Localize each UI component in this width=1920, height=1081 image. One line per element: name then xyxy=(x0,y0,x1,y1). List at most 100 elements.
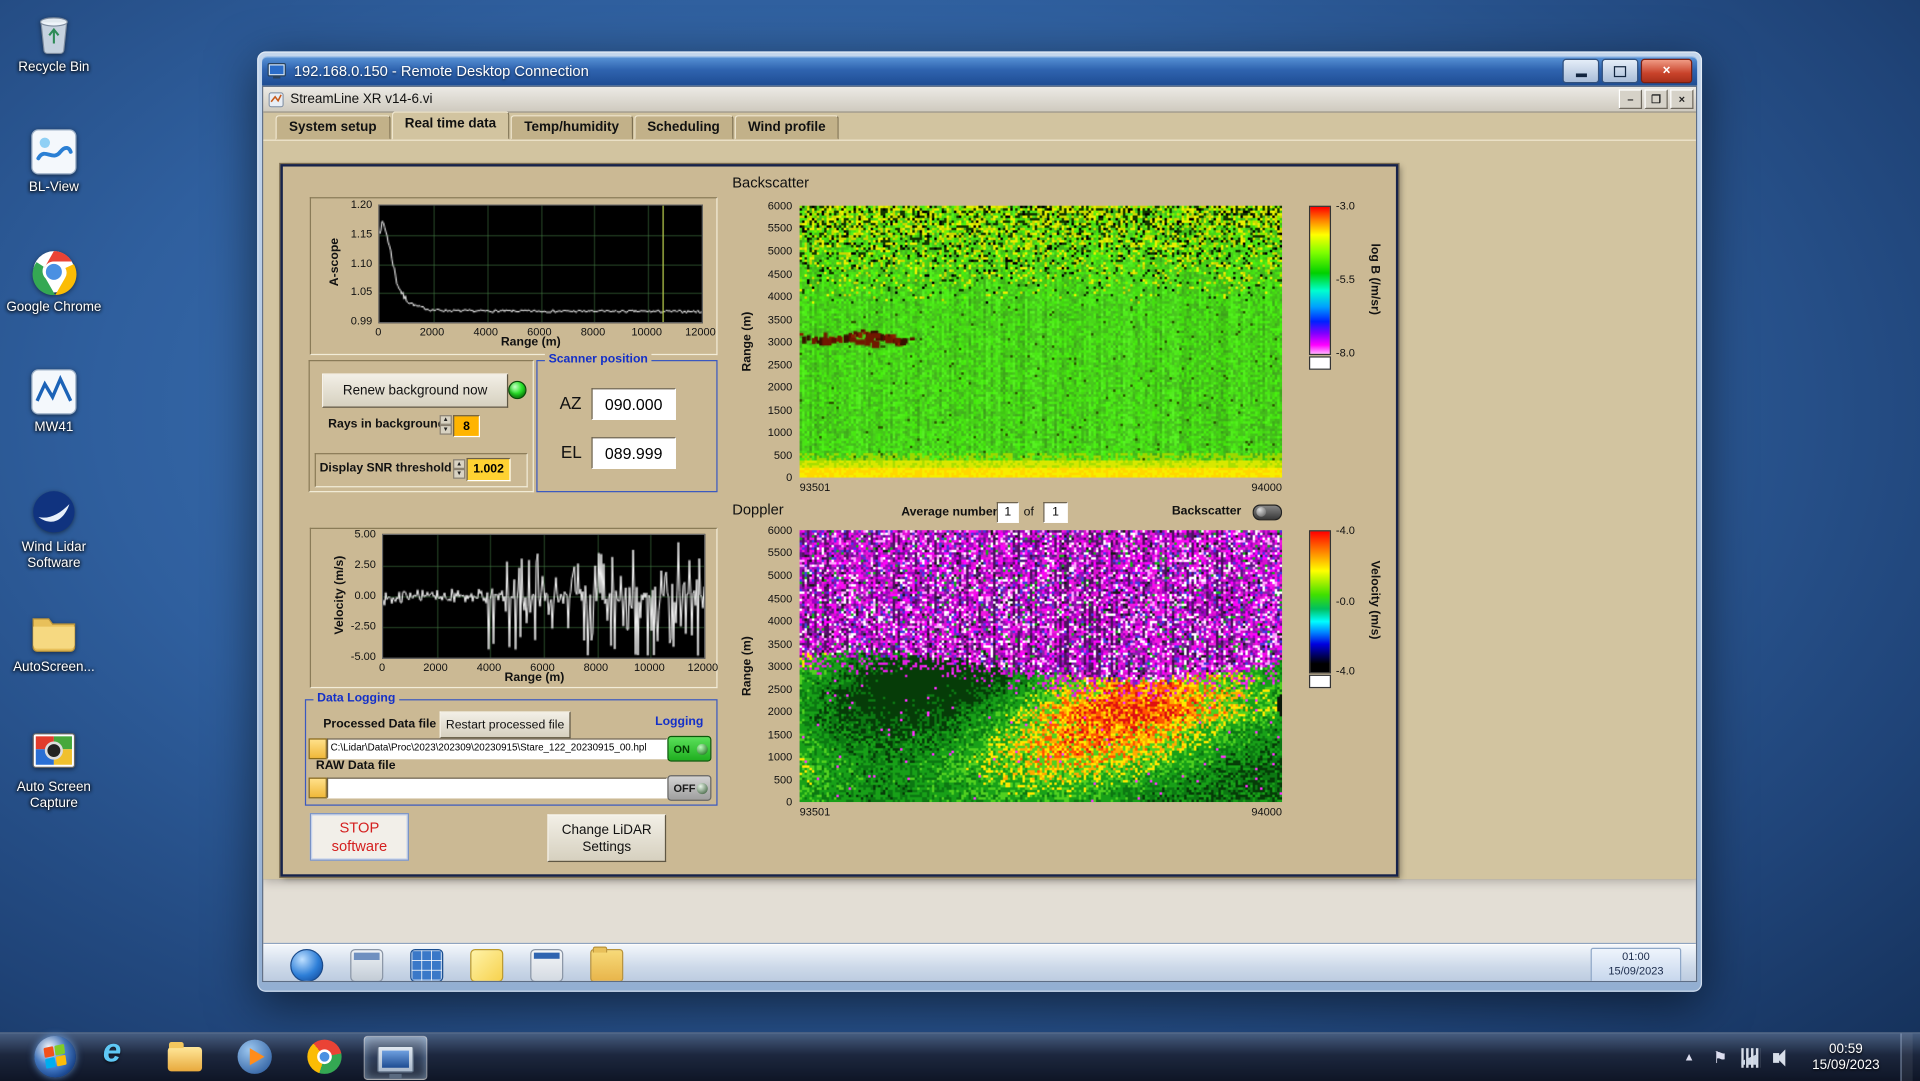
ascope-x-axis-label: Range (m) xyxy=(500,335,561,349)
action-center-icon[interactable] xyxy=(1711,1048,1731,1068)
app-title-bar[interactable]: StreamLine XR v14-6.vi – ❐ × xyxy=(263,86,1696,113)
x-tick-label: 0 xyxy=(375,325,382,338)
tab-wind-profile[interactable]: Wind profile xyxy=(734,115,840,140)
remote-taskbar-application-icon[interactable] xyxy=(350,948,384,981)
show-desktop-button[interactable] xyxy=(1900,1033,1913,1081)
remote-taskbar-start-icon[interactable] xyxy=(290,948,324,981)
windows-media-player-icon xyxy=(237,1038,272,1074)
y-tick-label: 2000 xyxy=(767,705,793,718)
renew-background-button[interactable]: Renew background now xyxy=(322,373,509,408)
x-tick-label: 10000 xyxy=(634,661,665,674)
x-tick-label: 4000 xyxy=(476,661,502,674)
raw-file-browse-icon[interactable] xyxy=(308,777,327,799)
taskbar-button-internet-explorer[interactable] xyxy=(84,1032,145,1077)
backscatter-toggle[interactable] xyxy=(1252,504,1283,521)
tab-scheduling[interactable]: Scheduling xyxy=(633,115,734,140)
desktop-icon-google-chrome[interactable]: Google Chrome xyxy=(5,247,103,343)
backscatter-toggle-label: Backscatter xyxy=(1171,504,1242,518)
backscatter-colorbar xyxy=(1308,205,1332,356)
autoscreen-icon xyxy=(29,607,78,656)
remote-taskbar-calculator-icon[interactable] xyxy=(410,948,444,981)
y-tick-label: 4500 xyxy=(767,592,793,605)
snr-spinner[interactable]: ▲ ▼ xyxy=(453,459,466,479)
taskbar-button-windows-explorer[interactable] xyxy=(154,1035,215,1077)
taskbar-clock-date: 15/09/2023 xyxy=(1812,1057,1880,1073)
average-number-value[interactable]: 1 xyxy=(996,502,1019,523)
snr-value[interactable]: 1.002 xyxy=(466,457,511,482)
taskbar-button-remote-desktop[interactable] xyxy=(363,1035,428,1080)
colorbar-tick-label: -3.0 xyxy=(1335,199,1355,212)
tab-system-setup[interactable]: System setup xyxy=(275,115,391,140)
az-label: AZ xyxy=(559,393,582,413)
taskbar-button-windows-media-player[interactable] xyxy=(224,1035,285,1077)
processed-file-path[interactable]: C:\Lidar\Data\Proc\2023\202309\20230915\… xyxy=(326,738,668,760)
desktop-icon-bl-view[interactable]: BL-View xyxy=(5,127,103,223)
hidden-icons-icon[interactable] xyxy=(1680,1048,1700,1068)
average-number-label: Average number xyxy=(901,505,998,520)
desktop-icon-autoscreen[interactable]: AutoScreen... xyxy=(5,607,103,703)
average-of-label: of xyxy=(1023,505,1034,520)
app-close-button[interactable]: × xyxy=(1670,89,1694,109)
processed-toggle-state: ON xyxy=(673,742,690,755)
rays-spinner[interactable]: ▲ ▼ xyxy=(439,415,452,435)
snr-label: Display SNR threshold xyxy=(319,461,452,476)
desktop-icon-label: Google Chrome xyxy=(6,300,102,315)
doppler-y-ticks: 6000 5500 5000 4500 4000 3500 3000 2500 2000 1500… xyxy=(756,524,796,808)
tab-temp-humidity[interactable]: Temp/humidity xyxy=(510,115,633,140)
rays-value[interactable]: 8 xyxy=(453,415,480,438)
rdp-title-bar[interactable]: 192.168.0.150 - Remote Desktop Connectio… xyxy=(262,56,1698,86)
y-tick-label: 3000 xyxy=(767,660,793,673)
tab-real-time-data[interactable]: Real time data xyxy=(391,111,510,140)
stop-software-button[interactable]: STOP software xyxy=(309,813,409,861)
desktop-icon-label: Recycle Bin xyxy=(18,60,90,75)
y-tick-label: 1500 xyxy=(767,403,793,416)
y-tick-label: 0.99 xyxy=(350,314,373,327)
change-lidar-settings-button[interactable]: Change LiDAR Settings xyxy=(547,814,667,863)
velocity-canvas xyxy=(382,533,706,659)
scanner-position-title: Scanner position xyxy=(544,352,652,367)
raw-logging-toggle[interactable]: OFF xyxy=(667,775,712,801)
minimize-button[interactable] xyxy=(1562,58,1600,84)
rdp-window-icon xyxy=(267,61,287,81)
desktop-icon-wind-lidar[interactable]: Wind Lidar Software xyxy=(5,487,103,583)
remote-taskbar-folder-icon[interactable] xyxy=(590,945,624,981)
rdp-window: 192.168.0.150 - Remote Desktop Connectio… xyxy=(257,51,1703,992)
y-tick-label: 4000 xyxy=(767,290,793,303)
y-tick-label: 500 xyxy=(773,773,793,786)
maximize-button[interactable] xyxy=(1601,58,1639,84)
bl-view-icon xyxy=(29,127,78,176)
taskbar-clock[interactable]: 00:59 15/09/2023 xyxy=(1802,1041,1889,1073)
taskbar-button-google-chrome[interactable] xyxy=(294,1035,355,1077)
desktop-icon-recycle-bin[interactable]: Recycle Bin xyxy=(5,7,103,103)
backscatter-x-ticks: 93501 94000 xyxy=(800,480,1282,493)
raw-toggle-state: OFF xyxy=(673,781,696,795)
y-tick-label: 1.10 xyxy=(350,256,373,269)
x-tick-label: 0 xyxy=(378,661,386,674)
google-chrome-icon xyxy=(29,247,78,296)
volume-icon[interactable] xyxy=(1772,1048,1792,1068)
close-button[interactable]: × xyxy=(1640,58,1693,84)
scanner-position-group: Scanner position AZ 090.000 EL 089.999 xyxy=(536,352,718,493)
processed-logging-toggle[interactable]: ON xyxy=(667,735,712,762)
colorbar-tick-label: -4.0 xyxy=(1335,524,1355,537)
auto-screen-capture-icon xyxy=(29,727,78,776)
desktop-icon-mw41[interactable]: MW41 xyxy=(5,367,103,463)
start-button[interactable] xyxy=(34,1035,76,1077)
remote-taskbar-streamline-xr-icon[interactable] xyxy=(530,948,564,981)
el-value: 089.999 xyxy=(591,437,676,469)
network-icon[interactable] xyxy=(1741,1047,1761,1068)
ascope-canvas xyxy=(378,204,703,324)
remote-taskbar-sticky-notes-icon[interactable] xyxy=(470,948,504,981)
y-tick-label: 2500 xyxy=(767,358,793,371)
x-tick-label: 2000 xyxy=(419,325,445,338)
app-restore-button[interactable]: ❐ xyxy=(1644,89,1668,109)
average-total-value[interactable]: 1 xyxy=(1043,502,1068,523)
raw-file-path[interactable] xyxy=(326,777,668,799)
velocity-y-ticks: 5.00 2.50 0.00 -2.50 -5.00 xyxy=(338,528,380,663)
y-tick-label: 5000 xyxy=(767,244,793,258)
desktop-icon-auto-screen-capture[interactable]: Auto Screen Capture xyxy=(5,727,103,823)
app-minimize-button[interactable]: – xyxy=(1618,89,1643,109)
y-tick-label: 1500 xyxy=(767,727,793,741)
restart-processed-file-button[interactable]: Restart processed file xyxy=(439,711,571,739)
processed-file-browse-icon[interactable] xyxy=(308,738,327,760)
